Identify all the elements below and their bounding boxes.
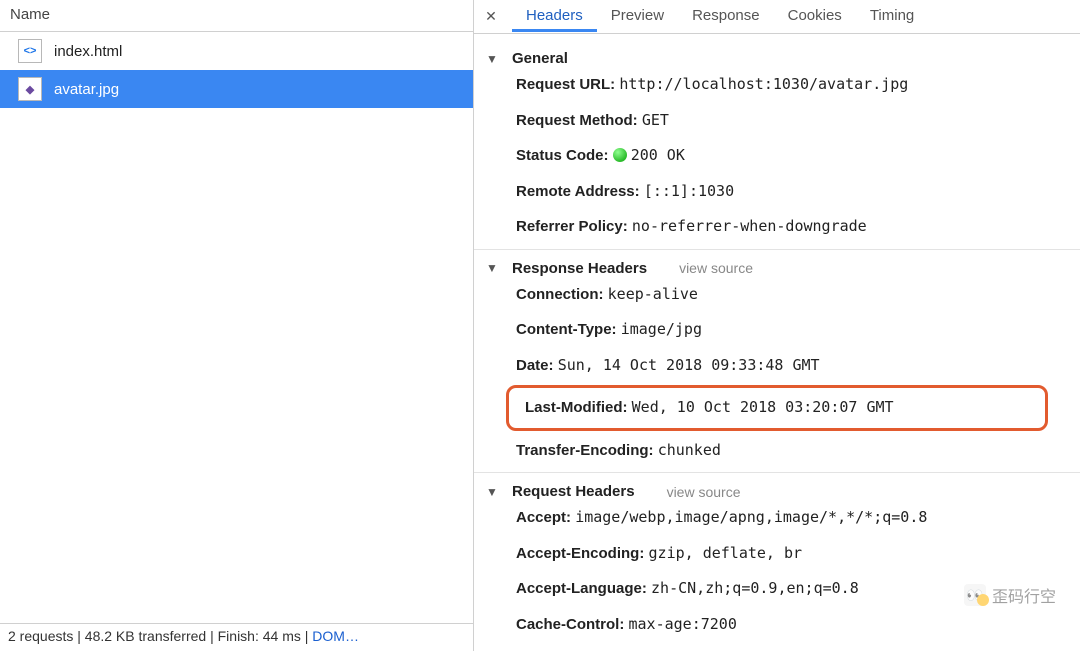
header-line: Remote Address: [::1]:1030 — [482, 174, 1072, 210]
status-transferred: 48.2 KB transferred — [85, 628, 206, 644]
status-finish: Finish: 44 ms — [218, 628, 301, 644]
view-source-link[interactable]: view source — [679, 260, 753, 276]
header-key: Last-Modified: — [525, 399, 632, 416]
file-row-avatar-jpg[interactable]: ◆ avatar.jpg — [0, 70, 473, 108]
headers-detail-body: ▼GeneralRequest URL: http://localhost:10… — [474, 34, 1080, 651]
network-detail-panel: ✕ HeadersPreviewResponseCookiesTiming ▼ G… — [474, 0, 1080, 651]
header-value: keep-alive — [608, 285, 698, 303]
header-value: GET — [642, 111, 669, 129]
header-line: Request URL: http://localhost:1030/avata… — [482, 67, 1072, 103]
header-value: image/jpg — [621, 320, 702, 338]
header-line: Transfer-Encoding: chunked — [482, 433, 1072, 469]
tab-timing[interactable]: Timing — [856, 1, 928, 32]
view-source-link[interactable]: view source — [667, 484, 741, 500]
header-line: Status Code: 200 OK — [482, 138, 1072, 174]
header-line: Content-Type: image/jpg — [482, 312, 1072, 348]
watermark-text: 歪码行空 — [992, 583, 1056, 607]
section-general: ▼GeneralRequest URL: http://localhost:10… — [474, 40, 1080, 250]
detail-tab-bar: ✕ HeadersPreviewResponseCookiesTiming — [474, 0, 1080, 34]
watermark: 👀 歪码行空 — [964, 583, 1056, 607]
column-header-name[interactable]: Name — [0, 0, 473, 32]
header-key: Content-Type: — [516, 321, 621, 338]
header-key: Request Method: — [516, 112, 642, 129]
header-key: Connection: — [516, 286, 608, 303]
header-value: no-referrer-when-downgrade — [632, 217, 867, 235]
header-key: Request URL: — [516, 76, 619, 93]
status-requests: 2 requests — [8, 628, 73, 644]
disclosure-triangle-icon[interactable]: ▼ — [486, 52, 498, 66]
header-line: Cache-Control: max-age:7200 — [482, 607, 1072, 643]
network-status-bar: 2 requests | 48.2 KB transferred | Finis… — [0, 623, 473, 651]
file-row-index-html[interactable]: <> index.html — [0, 32, 473, 70]
header-key: Cache-Control: — [516, 616, 629, 633]
header-key: Referrer Policy: — [516, 218, 632, 235]
header-value: http://localhost:1030/avatar.jpg — [619, 75, 908, 93]
header-key: Accept-Encoding: — [516, 545, 649, 562]
header-value: max-age:7200 — [629, 615, 737, 633]
header-key: Transfer-Encoding: — [516, 442, 658, 459]
section-title: Response Headers — [512, 260, 647, 277]
tab-headers[interactable]: Headers — [512, 1, 597, 32]
highlighted-header: Last-Modified: Wed, 10 Oct 2018 03:20:07… — [506, 385, 1048, 431]
header-line: Connection: keep-alive — [482, 277, 1072, 313]
file-name-label: index.html — [54, 43, 122, 60]
header-key: Status Code: — [516, 147, 613, 164]
tab-preview[interactable]: Preview — [597, 1, 678, 32]
html-file-icon: <> — [18, 39, 42, 63]
disclosure-triangle-icon[interactable]: ▼ — [486, 485, 498, 499]
header-value: image/webp,image/apng,image/*,*/*;q=0.8 — [575, 508, 927, 526]
tab-response[interactable]: Response — [678, 1, 774, 32]
header-key: Remote Address: — [516, 183, 644, 200]
status-dom-link[interactable]: DOM… — [312, 628, 359, 644]
header-line: Last-Modified: Wed, 10 Oct 2018 03:20:07… — [517, 390, 1037, 426]
section-title: General — [512, 50, 568, 67]
header-value: Wed, 10 Oct 2018 03:20:07 GMT — [632, 398, 894, 416]
header-value: Sun, 14 Oct 2018 09:33:48 GMT — [558, 356, 820, 374]
header-line: Request Method: GET — [482, 103, 1072, 139]
image-file-icon: ◆ — [18, 77, 42, 101]
section-title: Request Headers — [512, 483, 635, 500]
header-value: gzip, deflate, br — [649, 544, 803, 562]
close-icon[interactable]: ✕ — [482, 8, 500, 26]
section-response-headers: ▼ Response Headers view sourceConnection: … — [474, 250, 1080, 474]
header-line: Date: Sun, 14 Oct 2018 09:33:48 GMT — [482, 348, 1072, 384]
header-key: Accept: — [516, 509, 575, 526]
section-request-headers: ▼Request Headersview sourceAccept: image… — [474, 473, 1080, 651]
header-line: Connection: keep-alive — [482, 642, 1072, 651]
header-line: Accept: image/webp,image/apng,image/*,*/… — [482, 500, 1072, 536]
header-value: [::1]:1030 — [644, 182, 734, 200]
header-line: Referrer Policy: no-referrer-when-downgr… — [482, 209, 1072, 245]
header-key: Accept-Language: — [516, 580, 651, 597]
network-file-panel: Name <> index.html ◆ avatar.jpg 2 requests … — [0, 0, 474, 651]
header-value: 200 OK — [613, 146, 685, 164]
disclosure-triangle-icon[interactable]: ▼ — [486, 261, 498, 275]
status-ok-icon — [613, 148, 627, 162]
file-name-label: avatar.jpg — [54, 81, 119, 98]
header-key: Date: — [516, 357, 558, 374]
wechat-icon: 👀 — [964, 584, 986, 606]
network-file-list: <> index.html ◆ avatar.jpg — [0, 32, 473, 623]
tab-cookies[interactable]: Cookies — [774, 1, 856, 32]
header-line: Accept-Encoding: gzip, deflate, br — [482, 536, 1072, 572]
header-value: chunked — [658, 441, 721, 459]
header-value: zh-CN,zh;q=0.9,en;q=0.8 — [651, 579, 859, 597]
